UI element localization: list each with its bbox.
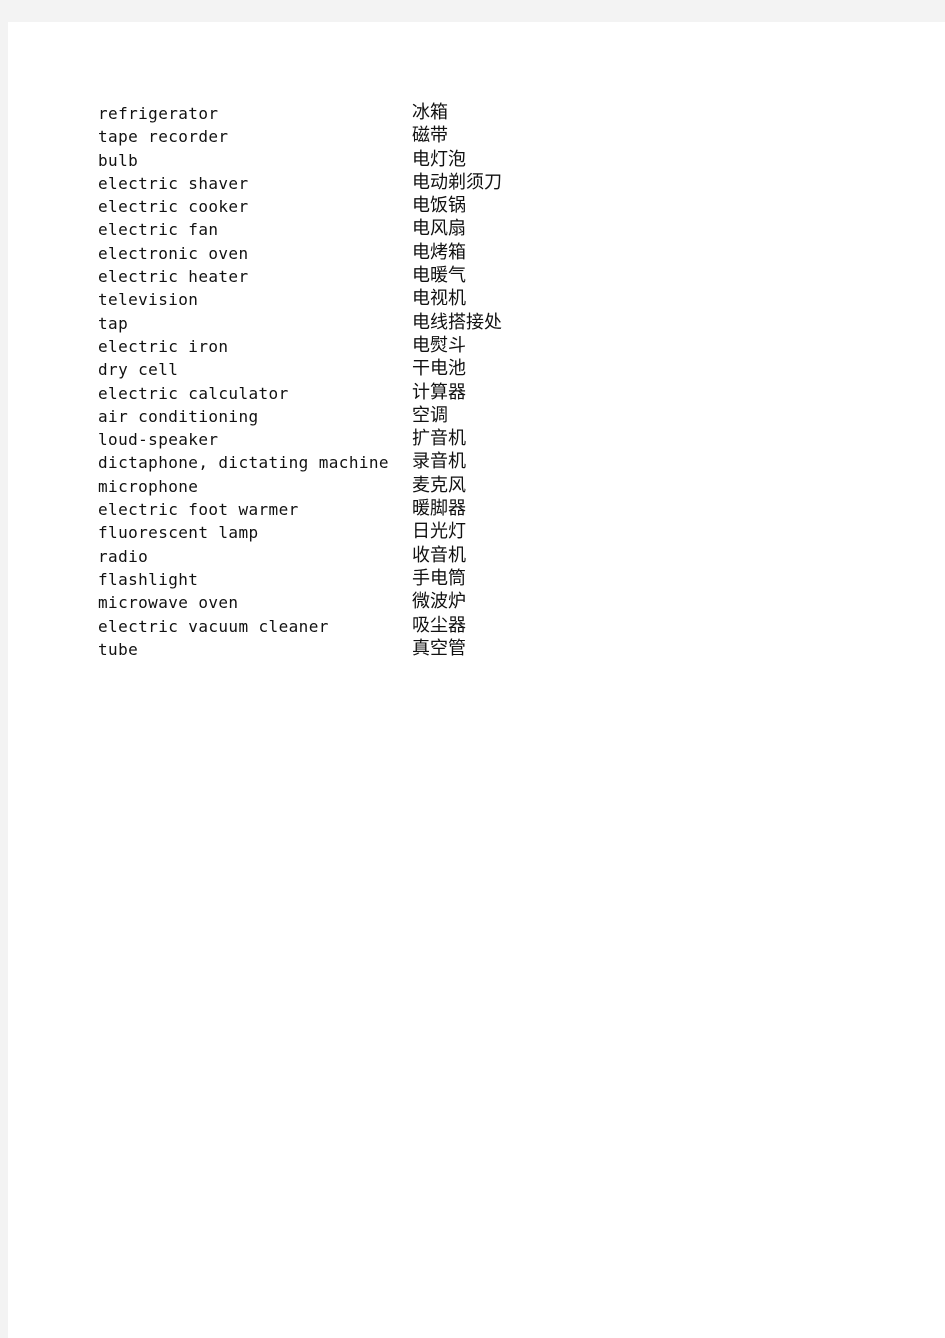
chinese-term: 冰箱 [412,102,448,123]
chinese-term: 暖脚器 [412,498,466,520]
chinese-term: 电烤箱 [412,241,466,263]
chinese-term: 收音机 [412,544,466,566]
chinese-term: 日光灯 [412,521,466,543]
chinese-term: 真空管 [412,637,466,659]
chinese-term: 麦克风 [412,474,466,496]
english-term: tap [98,313,129,333]
chinese-term: 扩音机 [412,428,466,450]
english-term: electric fan [98,220,219,240]
english-term: electric cooker [98,197,249,217]
chinese-term: 电熨斗 [412,334,466,356]
chinese-term: 电饭锅 [412,195,466,217]
english-term: electric iron [98,336,229,356]
english-term: electronic oven [98,243,249,263]
english-term: television [98,290,199,310]
chinese-term: 电风扇 [412,218,466,240]
english-term: refrigerator [98,104,219,123]
chinese-term: 吸尘器 [412,614,466,636]
english-term: electric shaver [98,173,249,193]
english-term: microwave oven [98,593,239,613]
chinese-term: 干电池 [412,358,466,380]
chinese-term: 电暖气 [412,265,466,287]
english-term: radio [98,546,149,566]
english-term: fluorescent lamp [98,523,259,543]
chinese-term: 电视机 [412,288,466,310]
english-term: dry cell [98,360,179,380]
english-term: loud-speaker [98,430,219,450]
chinese-term: 磁带 [412,125,448,147]
english-term: electric foot warmer [98,500,299,520]
english-term: tape recorder [98,127,229,147]
english-term: air conditioning [98,406,259,426]
chinese-term: 电动剃须刀 [412,171,502,193]
chinese-term: 空调 [412,404,448,426]
document-page: refrigerator 冰箱 tape recorder 磁带 bulb 电灯… [8,22,945,1338]
chinese-term: 微波炉 [412,591,466,613]
chinese-term: 电线搭接处 [412,311,502,333]
english-term: electric calculator [98,383,289,403]
chinese-term: 计算器 [412,381,466,403]
chinese-term: 电灯泡 [412,148,466,170]
english-term: microphone [98,476,199,496]
english-term: electric heater [98,267,249,287]
english-term: bulb [98,150,139,170]
chinese-term: 录音机 [412,451,466,473]
english-term: flashlight [98,569,199,589]
chinese-term: 手电筒 [412,567,466,589]
english-term: electric vacuum cleaner [98,616,329,636]
english-term: dictaphone, dictating machine [98,453,389,473]
english-term: tube [98,639,139,659]
